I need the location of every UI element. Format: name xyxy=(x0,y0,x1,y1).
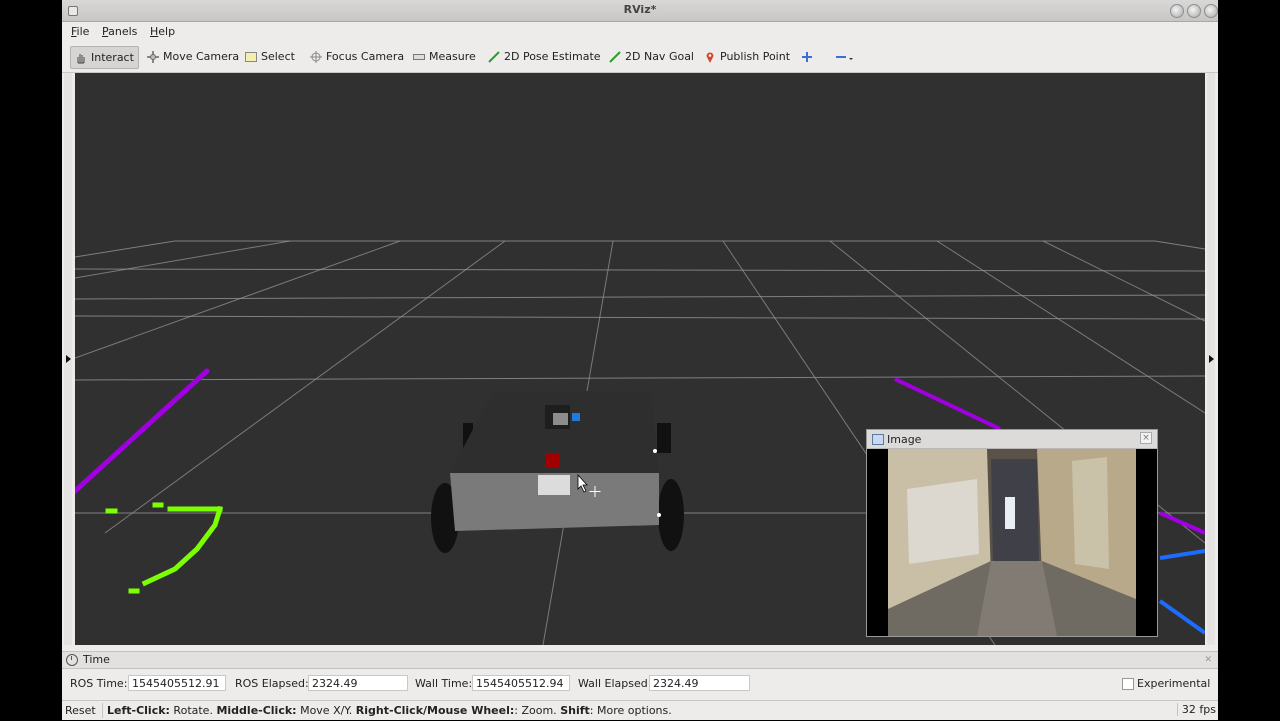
time-panel: ROS Time: 1545405512.91 ROS Elapsed: 232… xyxy=(62,672,1218,696)
corridor-light xyxy=(1005,497,1015,529)
laser-scan-right-edge xyxy=(1159,511,1205,535)
image-display-panel[interactable]: Image × xyxy=(866,429,1158,637)
wall-time-label: Wall Time: xyxy=(415,677,473,690)
robot-marker-white xyxy=(657,513,661,517)
grid-line xyxy=(936,240,1205,414)
ros-elapsed-field[interactable]: 2324.49 xyxy=(308,675,408,691)
image-icon xyxy=(872,434,884,445)
grid-line xyxy=(1042,240,1205,322)
select-tool-button[interactable]: Select xyxy=(241,46,299,67)
laser-scan-near xyxy=(105,502,224,594)
publish-point-tool-button[interactable]: Publish Point xyxy=(700,46,794,67)
window-title: RViz* xyxy=(623,3,657,16)
tools-toolbar: Interact Move Camera Select Focus Camera… xyxy=(62,42,1218,73)
close-icon[interactable]: × xyxy=(1140,432,1152,444)
grid-line xyxy=(1154,240,1205,250)
laser-scan-blue xyxy=(1159,549,1205,560)
reset-button[interactable]: Reset xyxy=(65,704,96,717)
move-arrows-icon xyxy=(147,50,159,63)
title-bar: RViz* xyxy=(62,0,1218,22)
map-pin-icon xyxy=(704,51,716,63)
ros-time-label: ROS Time: xyxy=(70,677,128,690)
green-arrow-icon xyxy=(488,50,500,63)
minimize-icon[interactable] xyxy=(1170,4,1184,18)
plus-icon xyxy=(801,51,813,63)
camera-image xyxy=(867,449,1157,636)
menu-file[interactable]: File xyxy=(71,25,89,38)
experimental-checkbox[interactable] xyxy=(1122,678,1134,690)
move-camera-tool-button[interactable]: Move Camera xyxy=(143,46,243,67)
ros-time-field[interactable]: 1545405512.91 xyxy=(128,675,226,691)
grid-line xyxy=(75,268,1205,272)
mouse-help-text: Left-Click: Rotate. Middle-Click: Move X… xyxy=(107,704,672,717)
image-panel-header[interactable]: Image × xyxy=(867,430,1157,449)
close-icon[interactable] xyxy=(1204,4,1218,18)
image-panel-title: Image xyxy=(887,433,922,446)
wall-elapsed-label: Wall Elapsed: xyxy=(578,677,652,690)
menu-panels[interactable]: Panels xyxy=(102,25,137,38)
ros-elapsed-label: ROS Elapsed: xyxy=(235,677,309,690)
menu-help[interactable]: Help xyxy=(150,25,175,38)
grid-line xyxy=(75,375,1205,381)
select-box-icon xyxy=(245,51,257,63)
expand-right-icon xyxy=(1209,355,1214,363)
experimental-label: Experimental xyxy=(1137,677,1211,690)
focus-crosshair-icon xyxy=(310,50,322,63)
wall-time-field[interactable]: 1545405512.94 xyxy=(472,675,570,691)
menu-bar: File Panels Help xyxy=(62,22,1218,41)
grid-line xyxy=(75,240,291,279)
clock-icon xyxy=(66,654,78,666)
time-panel-header: Time ✕ xyxy=(62,651,1218,669)
robot-sensor xyxy=(553,413,568,425)
grid-line xyxy=(75,240,401,359)
corridor-right-door xyxy=(1072,457,1109,569)
robot-wheel-front-right xyxy=(657,423,671,453)
grid-line xyxy=(75,240,176,258)
interact-tool-button[interactable]: Interact xyxy=(70,46,139,69)
robot-wheel-rear-right xyxy=(658,479,684,551)
remove-tool-dropdown[interactable] xyxy=(831,46,859,67)
maximize-icon[interactable] xyxy=(1187,4,1201,18)
robot-blue-marker xyxy=(572,413,580,421)
time-panel-title: Time xyxy=(83,653,110,666)
hand-icon xyxy=(75,52,87,64)
left-dock-collapse-handle[interactable] xyxy=(64,73,72,645)
grid-line xyxy=(75,315,1205,320)
pose-estimate-tool-button[interactable]: 2D Pose Estimate xyxy=(484,46,605,67)
robot-red-marker xyxy=(546,453,560,467)
expand-right-icon xyxy=(66,355,71,363)
fps-readout: 32 fps xyxy=(1176,703,1216,716)
right-dock-collapse-handle[interactable] xyxy=(1207,73,1215,645)
status-divider xyxy=(102,703,103,718)
minus-dropdown-icon xyxy=(835,51,855,63)
measure-tool-button[interactable]: Measure xyxy=(409,46,480,67)
status-bar: Reset Left-Click: Rotate. Middle-Click: … xyxy=(62,700,1218,721)
laser-scan-far-right xyxy=(894,377,1001,431)
wall-elapsed-field[interactable]: 2324.49 xyxy=(649,675,750,691)
corridor-left-panel xyxy=(907,479,979,564)
add-tool-button[interactable] xyxy=(797,46,817,67)
robot-marker-white xyxy=(653,449,657,453)
rviz-window: RViz* File Panels Help Interact Move Cam… xyxy=(62,0,1218,720)
green-arrow-icon xyxy=(609,50,621,63)
nav-goal-tool-button[interactable]: 2D Nav Goal xyxy=(605,46,698,67)
laser-scan-blue-low xyxy=(1158,599,1205,635)
robot-camera-mount xyxy=(538,475,570,495)
close-icon[interactable]: ✕ xyxy=(1204,655,1212,665)
ruler-icon xyxy=(413,51,425,63)
robot-model xyxy=(431,391,684,553)
focus-camera-tool-button[interactable]: Focus Camera xyxy=(306,46,408,67)
